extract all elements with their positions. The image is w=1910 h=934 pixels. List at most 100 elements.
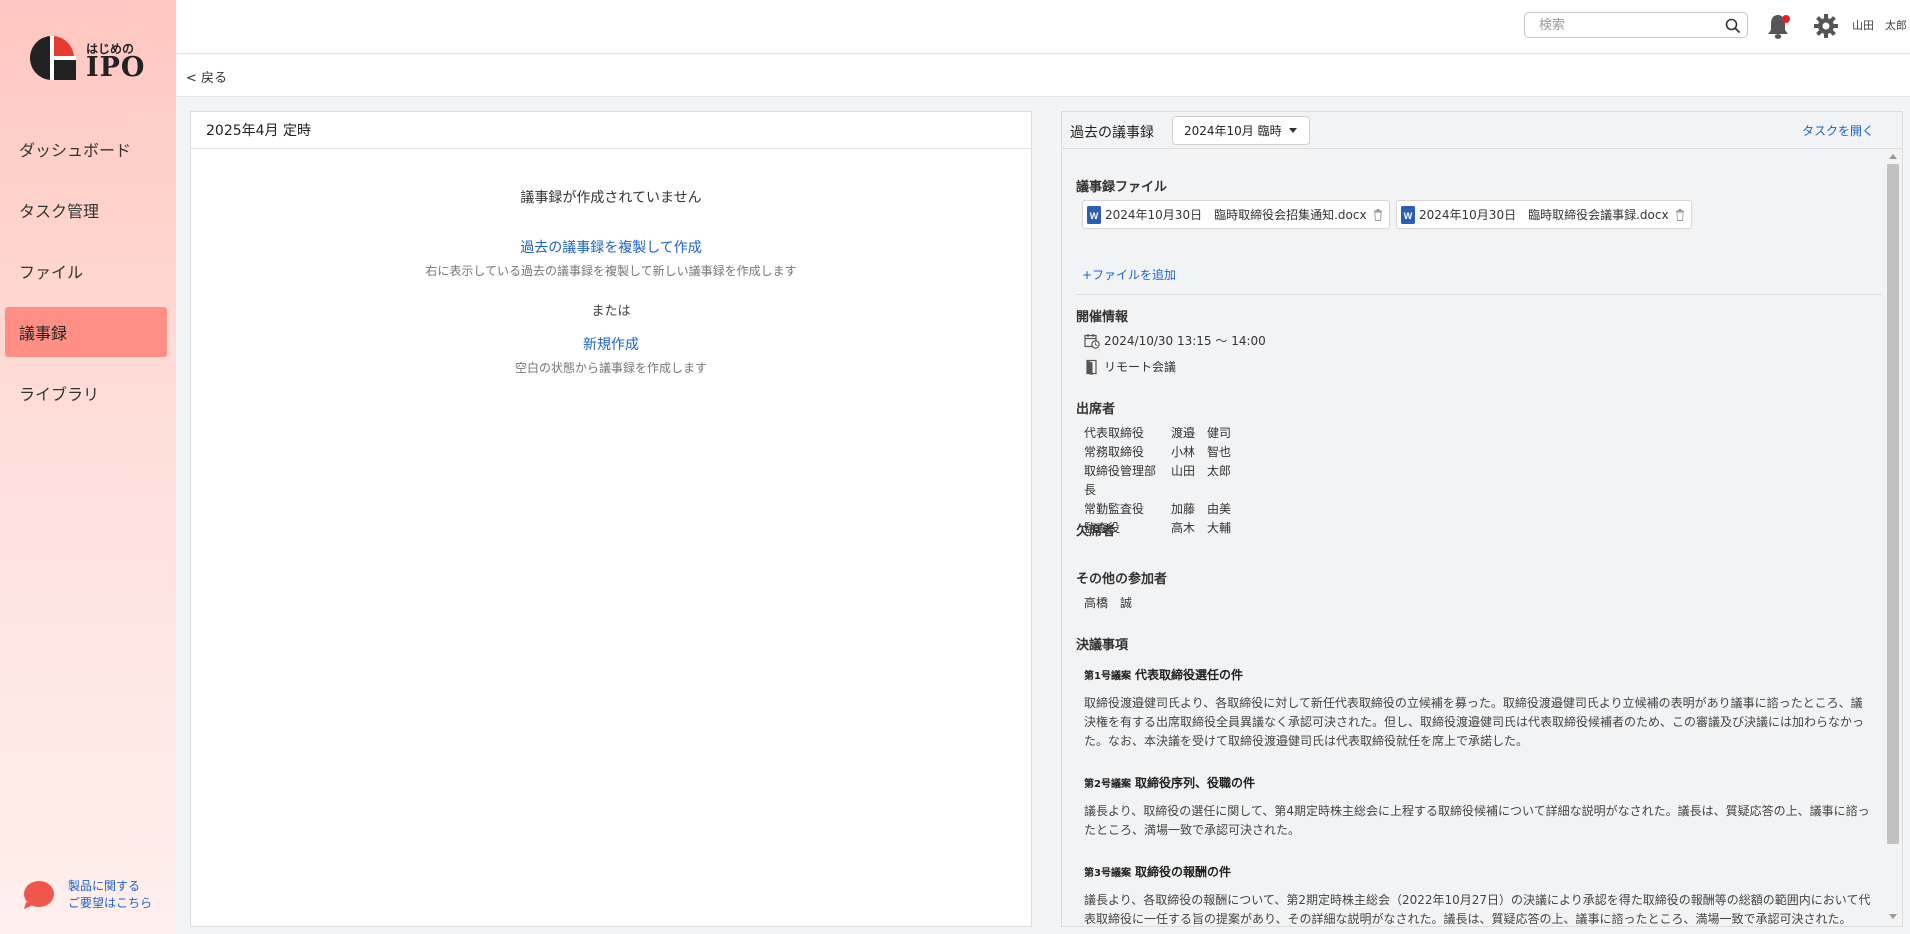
file-chip-notice[interactable]: W 2024年10月30日 臨時取締役会招集通知.docx bbox=[1082, 200, 1390, 229]
resolution-body: 議長より、取締役の選任に関して、第4期定時株主総会に上程する取締役候補について詳… bbox=[1084, 804, 1870, 837]
search-input[interactable] bbox=[1525, 13, 1715, 37]
open-task-link[interactable]: タスクを開く bbox=[1802, 122, 1874, 139]
resolution-title-text: 取締役序列、役職の件 bbox=[1134, 776, 1255, 790]
svg-text:W: W bbox=[1090, 211, 1099, 221]
resolution-title-text: 代表取締役選任の件 bbox=[1134, 668, 1243, 682]
scrollbar[interactable] bbox=[1885, 150, 1901, 926]
file-name: 2024年10月30日 臨時取締役会議事録.docx bbox=[1419, 208, 1669, 222]
search-icon[interactable] bbox=[1725, 18, 1741, 34]
attendee-role: 長 bbox=[1084, 483, 1097, 497]
resolution-body: 議長より、各取締役の報酬について、第2期定時株主総会（2022年10月27日）の… bbox=[1084, 893, 1871, 926]
word-file-icon: W bbox=[1401, 205, 1415, 224]
copy-past-minutes-link[interactable]: 過去の議事録を複製して作成 bbox=[191, 237, 1031, 257]
resolution-title: 第3号議案 取締役の報酬の件 bbox=[1084, 863, 1874, 880]
sidebar-nav: ダッシュボード タスク管理 ファイル 議事録 ライブラリ bbox=[5, 124, 167, 429]
sidebar-item-label: タスク管理 bbox=[19, 202, 100, 221]
resolution-body: 取締役渡邉健司氏より、各取締役に対して新任代表取締役の立候補を募った。取締役渡邉… bbox=[1084, 696, 1865, 748]
back-link[interactable]: < 戻る bbox=[186, 67, 227, 86]
new-minutes-link[interactable]: 新規作成 bbox=[191, 334, 1031, 354]
attendee-name: 山田 太郎 bbox=[1171, 464, 1232, 478]
attendees-label: 出席者 bbox=[1076, 402, 1116, 417]
attendee-role: 常務取締役 bbox=[1084, 445, 1145, 459]
user-name[interactable]: 山田 太郎 bbox=[1852, 17, 1907, 33]
section-divider bbox=[1076, 294, 1882, 295]
meeting-datetime-text: 2024/10/30 13:15 〜 14:00 bbox=[1104, 334, 1266, 348]
copy-past-minutes-desc: 右に表示している過去の議事録を複製して新しい議事録を作成します bbox=[425, 264, 797, 278]
sidebar-item-label: 議事録 bbox=[19, 324, 68, 343]
resolution-title: 第1号議案 代表取締役選任の件 bbox=[1084, 666, 1874, 683]
sidebar-item-library[interactable]: ライブラリ bbox=[5, 368, 167, 418]
attendee-row: 常勤監査役 加藤 由美 bbox=[1084, 500, 1231, 519]
sidebar-item-minutes[interactable]: 議事録 bbox=[5, 307, 167, 357]
attendee-role: 代表取締役 bbox=[1084, 426, 1145, 440]
attendee-row: 長 bbox=[1084, 481, 1231, 500]
new-minutes-desc: 空白の状態から議事録を作成します bbox=[514, 361, 707, 375]
attendee-row: 常務取締役 小林 智也 bbox=[1084, 443, 1231, 462]
trash-icon[interactable] bbox=[1675, 208, 1685, 221]
svg-text:W: W bbox=[1404, 211, 1413, 221]
sidebar-item-label: ライブラリ bbox=[19, 385, 100, 404]
past-minutes-title: 過去の議事録 bbox=[1070, 125, 1154, 141]
attendee-name: 小林 智也 bbox=[1171, 445, 1232, 459]
scroll-up-icon[interactable] bbox=[1889, 154, 1897, 159]
gear-icon[interactable] bbox=[1813, 13, 1839, 39]
past-meeting-select[interactable]: 2024年10月 臨時 bbox=[1172, 116, 1310, 145]
or-separator: または bbox=[191, 300, 1031, 319]
file-name: 2024年10月30日 臨時取締役会招集通知.docx bbox=[1105, 208, 1367, 222]
feedback-line-2: ご要望はこちら bbox=[68, 896, 153, 910]
file-chip-minutes[interactable]: W 2024年10月30日 臨時取締役会議事録.docx bbox=[1396, 200, 1692, 229]
scroll-down-icon[interactable] bbox=[1889, 914, 1897, 919]
bell-icon[interactable] bbox=[1766, 12, 1792, 40]
top-header: 山田 太郎 bbox=[176, 0, 1910, 54]
past-meeting-selected: 2024年10月 臨時 bbox=[1184, 124, 1282, 138]
other-participant-name: 高橋 誠 bbox=[1084, 596, 1133, 610]
sidebar-item-dashboard[interactable]: ダッシュボード bbox=[5, 124, 167, 174]
add-file-link[interactable]: +ファイルを追加 bbox=[1082, 266, 1176, 283]
search-box bbox=[1524, 12, 1748, 38]
chat-bubble-icon bbox=[24, 881, 54, 909]
logo-text-big: IPO bbox=[86, 52, 146, 83]
feedback-link[interactable]: 製品に関する ご要望はこちら bbox=[22, 878, 152, 912]
copy-option: 過去の議事録を複製して作成 右に表示している過去の議事録を複製して新しい議事録を… bbox=[191, 237, 1031, 279]
attendee-role: 取締役管理部 bbox=[1084, 464, 1157, 478]
door-icon bbox=[1086, 359, 1097, 375]
resolution-title: 第2号議案 取締役序列、役職の件 bbox=[1084, 774, 1874, 791]
meeting-location: リモート会議 bbox=[1084, 358, 1176, 375]
current-meeting-title: 2025年4月 定時 bbox=[191, 112, 1031, 149]
scrollbar-thumb[interactable] bbox=[1887, 164, 1899, 844]
current-minutes-panel: 2025年4月 定時 議事録が作成されていません 過去の議事録を複製して作成 右… bbox=[190, 111, 1032, 927]
calendar-clock-icon bbox=[1084, 333, 1100, 349]
app-logo[interactable]: はじめの IPO bbox=[30, 34, 146, 84]
resolutions-label: 決議事項 bbox=[1076, 638, 1129, 653]
absentees-label: 欠席者 bbox=[1076, 524, 1116, 539]
resolution-number: 第2号議案 bbox=[1084, 779, 1131, 790]
resolution-item: 第2号議案 取締役序列、役職の件 議長より、取締役の選任に関して、第4期定時株主総… bbox=[1084, 774, 1874, 840]
feedback-line-1: 製品に関する bbox=[68, 879, 141, 893]
attendee-name: 渡邉 健司 bbox=[1171, 426, 1232, 440]
attendee-row: 取締役管理部 山田 太郎 bbox=[1084, 462, 1231, 481]
sidebar-item-files[interactable]: ファイル bbox=[5, 246, 167, 296]
resolution-title-text: 取締役の報酬の件 bbox=[1134, 865, 1231, 879]
feedback-text: 製品に関する ご要望はこちら bbox=[68, 878, 152, 912]
caret-down-icon bbox=[1288, 128, 1297, 133]
files-section-label: 議事録ファイル bbox=[1076, 180, 1168, 195]
sidebar-item-label: ファイル bbox=[19, 263, 84, 282]
other-participants-label: その他の参加者 bbox=[1076, 572, 1168, 587]
trash-icon[interactable] bbox=[1373, 208, 1383, 221]
resolution-number: 第1号議案 bbox=[1084, 671, 1131, 682]
meeting-datetime: 2024/10/30 13:15 〜 14:00 bbox=[1084, 332, 1266, 349]
resolution-item: 第3号議案 取締役の報酬の件 議長より、各取締役の報酬について、第2期定時株主総会… bbox=[1084, 863, 1874, 926]
logo-mark-icon bbox=[30, 36, 76, 80]
attendee-row: 代表取締役 渡邉 健司 bbox=[1084, 424, 1231, 443]
resolution-number: 第3号議案 bbox=[1084, 868, 1131, 879]
new-option: 新規作成 空白の状態から議事録を作成します bbox=[191, 334, 1031, 376]
meeting-info-label: 開催情報 bbox=[1076, 310, 1129, 325]
or-text: または bbox=[591, 304, 631, 319]
sidebar-item-tasks[interactable]: タスク管理 bbox=[5, 185, 167, 235]
sidebar-item-label: ダッシュボード bbox=[19, 141, 132, 160]
past-minutes-header: 過去の議事録 2024年10月 臨時 タスクを開く bbox=[1062, 112, 1902, 149]
attendee-name: 高木 大輔 bbox=[1171, 521, 1232, 535]
attendee-name: 加藤 由美 bbox=[1171, 502, 1232, 516]
resolution-item: 第1号議案 代表取締役選任の件 取締役渡邉健司氏より、各取締役に対して新任代表取締… bbox=[1084, 666, 1874, 751]
empty-state-message: 議事録が作成されていません bbox=[191, 187, 1031, 207]
